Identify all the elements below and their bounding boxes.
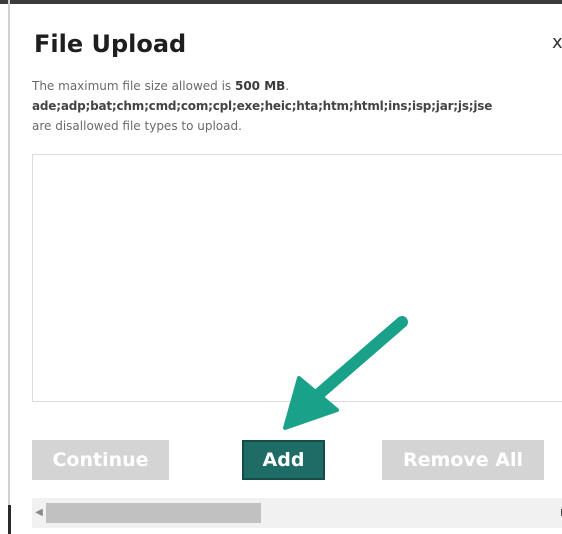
add-button[interactable]: Add	[242, 440, 325, 480]
file-upload-dialog: File Upload x The maximum file size allo…	[10, 4, 562, 534]
disallowed-types-list: ade;adp;bat;chm;cmd;com;cpl;exe;heic;hta…	[32, 99, 493, 113]
window-frame-corner	[8, 505, 11, 534]
scroll-right-arrow-icon[interactable]: ▶	[558, 506, 562, 520]
max-size-line: The maximum file size allowed is 500 MB.	[32, 76, 562, 96]
close-icon[interactable]: x	[552, 32, 562, 53]
upload-info-text: The maximum file size allowed is 500 MB.…	[32, 76, 562, 136]
max-size-value: 500 MB	[234, 79, 286, 93]
continue-button[interactable]: Continue	[32, 440, 169, 480]
scroll-left-arrow-icon[interactable]: ◀	[32, 506, 46, 520]
max-size-prefix: The maximum file size allowed is	[32, 79, 235, 93]
max-size-suffix: .	[285, 79, 290, 93]
scroll-thumb[interactable]	[46, 503, 261, 523]
file-drop-zone[interactable]	[32, 154, 562, 402]
horizontal-scrollbar[interactable]: ◀ ▶	[32, 498, 562, 528]
dialog-title: File Upload	[34, 30, 187, 58]
remove-all-button[interactable]: Remove All	[382, 440, 544, 480]
disallowed-types-suffix: are disallowed file types to upload.	[32, 119, 242, 133]
